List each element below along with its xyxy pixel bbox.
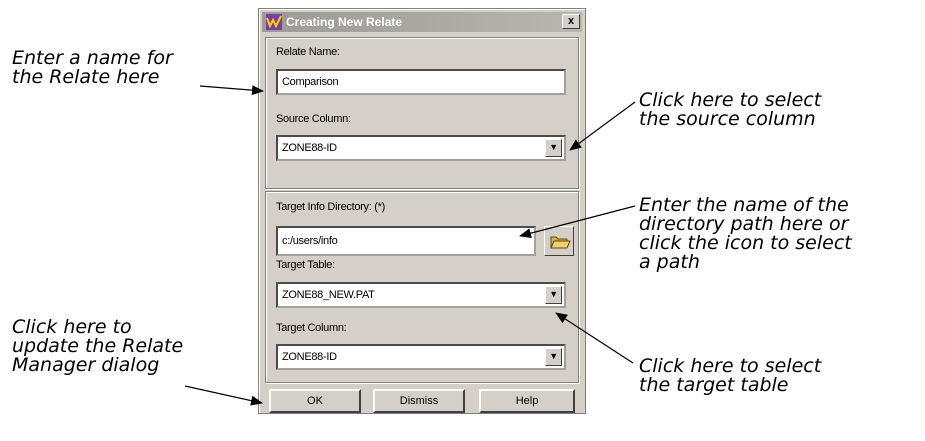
arrow-directory bbox=[519, 205, 636, 239]
arrow-target-table bbox=[555, 312, 634, 364]
callout-arrows bbox=[184, 85, 636, 406]
arrow-source-column bbox=[569, 101, 636, 151]
arrow-update bbox=[184, 385, 263, 406]
arrow-relate-name bbox=[199, 85, 264, 96]
